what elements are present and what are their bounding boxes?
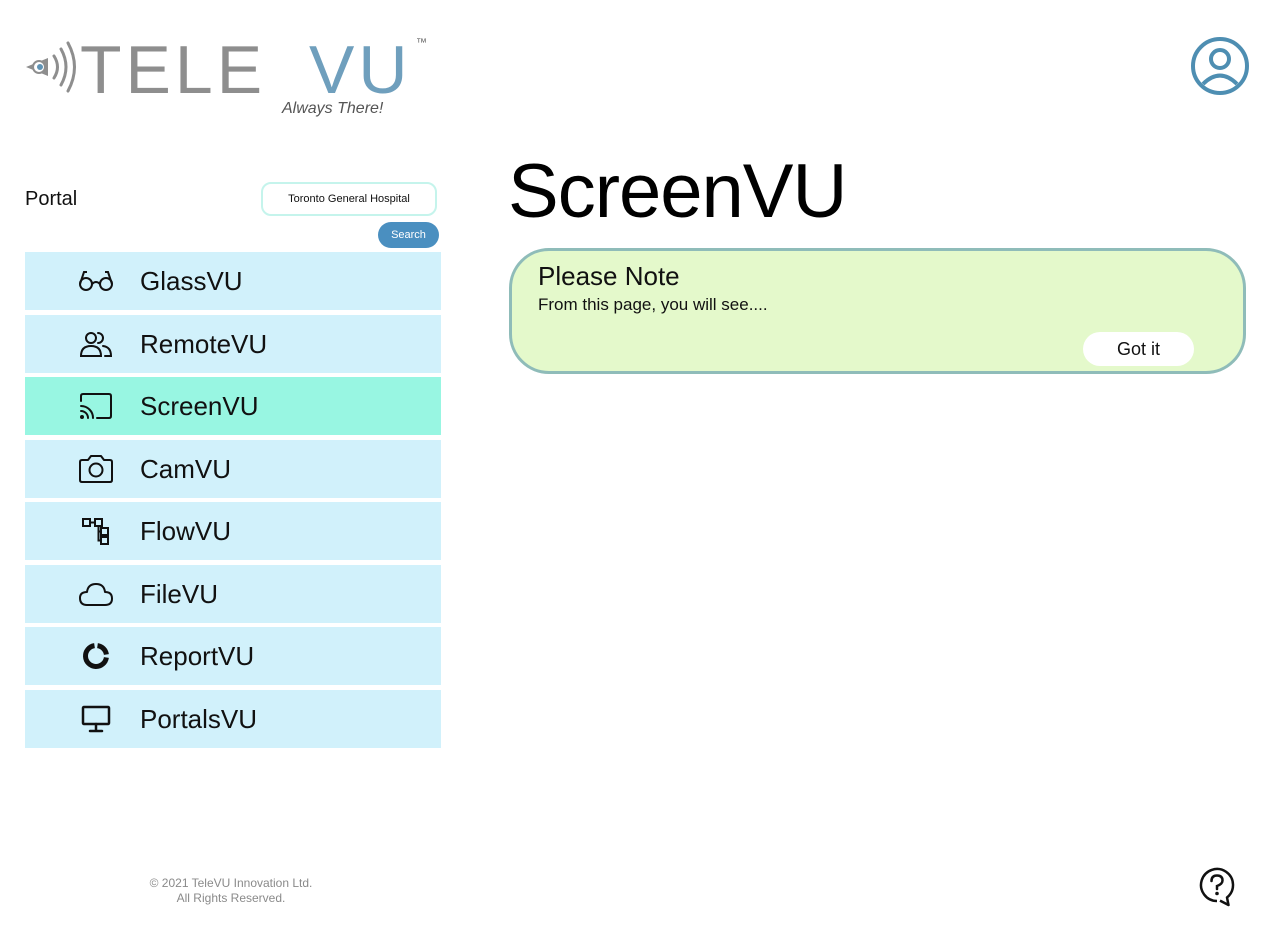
sidebar-item-screenvu[interactable]: ScreenVU: [25, 377, 441, 435]
note-title: Please Note: [538, 261, 680, 291]
sidebar-item-label: FileVU: [140, 579, 219, 609]
note-text: From this page, you will see....: [538, 295, 768, 314]
sidebar-item-filevu[interactable]: FileVU: [25, 565, 441, 623]
search-button[interactable]: Search: [378, 222, 439, 248]
sidebar-item-label: PortalsVU: [140, 704, 258, 734]
sidebar-item-label: ReportVU: [140, 641, 255, 671]
users-icon: [78, 328, 114, 360]
portal-input[interactable]: [261, 182, 437, 216]
flowchart-icon: [78, 515, 114, 547]
help-bubble-icon: [1199, 867, 1235, 907]
sidebar-item-reportvu[interactable]: ReportVU: [25, 627, 441, 685]
note-banner: Please Note From this page, you will see…: [509, 248, 1246, 374]
televu-logo: TELE VU ™ Always There!: [24, 34, 444, 124]
sidebar-item-label: RemoteVU: [140, 329, 268, 359]
sidebar-item-label: FlowVU: [140, 516, 232, 546]
footer-copyright: © 2021 TeleVU Innovation Ltd.: [149, 876, 313, 890]
monitor-icon: [78, 703, 114, 735]
footer-rights: All Rights Reserved.: [176, 891, 286, 905]
eye-sound-icon: [26, 41, 76, 93]
sidebar-item-camvu[interactable]: CamVU: [25, 440, 441, 498]
help-button[interactable]: [1198, 866, 1236, 908]
camera-icon: [78, 453, 114, 485]
user-circle-icon: [1191, 37, 1249, 95]
sidebar-item-portalsvu[interactable]: PortalsVU: [25, 690, 441, 748]
page-title: ScreenVU: [508, 149, 847, 234]
logo-tagline: Always There!: [281, 100, 384, 117]
got-it-button[interactable]: Got it: [1083, 332, 1194, 366]
donut-chart-icon: [78, 640, 114, 672]
logo-trademark: ™: [416, 37, 427, 49]
logo-brand-left: TELE: [80, 34, 266, 108]
logo-brand-right: VU: [309, 34, 411, 108]
glasses-icon: [78, 265, 114, 297]
sidebar-item-label: GlassVU: [140, 266, 243, 296]
sidebar-item-label: CamVU: [140, 454, 232, 484]
user-avatar-button[interactable]: [1189, 35, 1251, 97]
cast-icon: [78, 390, 114, 422]
sidebar-item-glassvu[interactable]: GlassVU: [25, 252, 441, 310]
cloud-icon: [78, 578, 114, 610]
sidebar-item-remotevu[interactable]: RemoteVU: [25, 315, 441, 373]
portal-label: Portal: [25, 188, 78, 210]
footer: © 2021 TeleVU Innovation Ltd. All Rights…: [100, 876, 362, 906]
sidebar-item-label: ScreenVU: [140, 391, 259, 421]
sidebar-item-flowvu[interactable]: FlowVU: [25, 502, 441, 560]
